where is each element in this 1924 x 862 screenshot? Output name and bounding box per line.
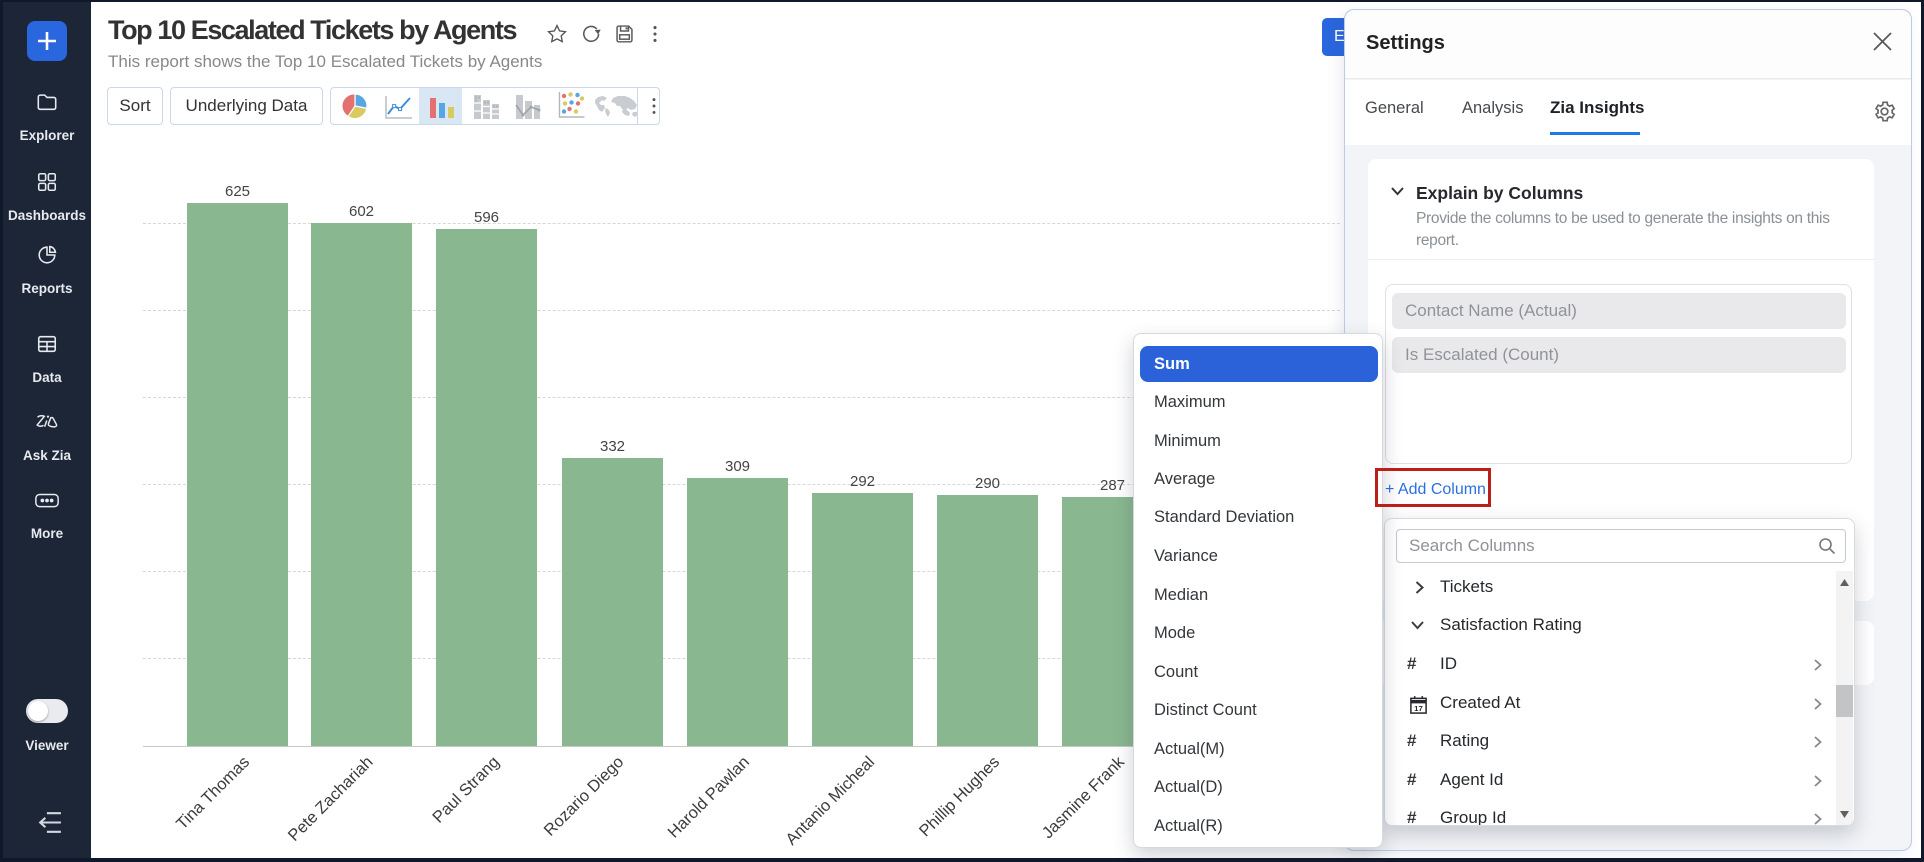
svg-text:17: 17 bbox=[1414, 704, 1423, 713]
